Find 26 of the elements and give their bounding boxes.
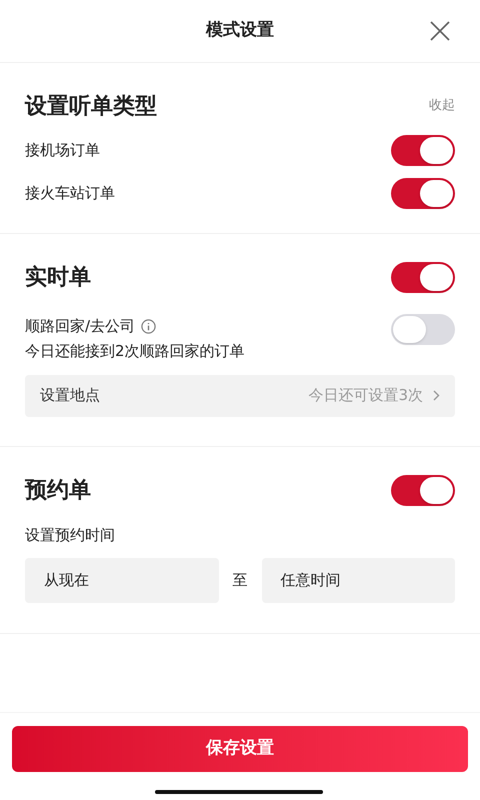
location-setting-row[interactable]: 设置地点 今日还可设置3次 <box>25 374 455 416</box>
end-time-field[interactable]: 任意时间 <box>262 558 455 603</box>
section-title: 预约单 <box>25 476 91 504</box>
collapse-link[interactable]: 收起 <box>429 96 455 116</box>
chevron-right-icon <box>433 390 440 401</box>
toggle-switch[interactable] <box>391 262 455 293</box>
section-title: 设置听单类型 <box>25 92 157 120</box>
toggle-switch[interactable] <box>391 474 455 506</box>
start-time-field[interactable]: 从现在 <box>25 558 218 603</box>
option-note: 今日还能接到2次顺路回家的订单 <box>25 341 245 362</box>
option-label: 接火车站订单 <box>25 183 115 204</box>
page-title: 模式设置 <box>206 19 274 42</box>
info-icon[interactable] <box>141 318 156 334</box>
close-icon <box>430 21 450 41</box>
option-label: 顺路回家/去公司 <box>25 316 136 337</box>
field-label: 设置预约时间 <box>25 524 116 546</box>
option-label: 接机场订单 <box>25 140 100 162</box>
toggle-switch[interactable] <box>391 135 455 166</box>
save-button[interactable]: 保存设置 <box>12 726 468 772</box>
range-separator: 至 <box>232 570 248 592</box>
toggle-switch[interactable] <box>391 314 455 345</box>
row-value: 今日还可设置3次 <box>308 385 423 406</box>
toggle-switch[interactable] <box>391 178 455 209</box>
row-label: 设置地点 <box>40 385 100 406</box>
section-title: 实时单 <box>25 264 91 292</box>
close-button[interactable] <box>430 21 450 41</box>
